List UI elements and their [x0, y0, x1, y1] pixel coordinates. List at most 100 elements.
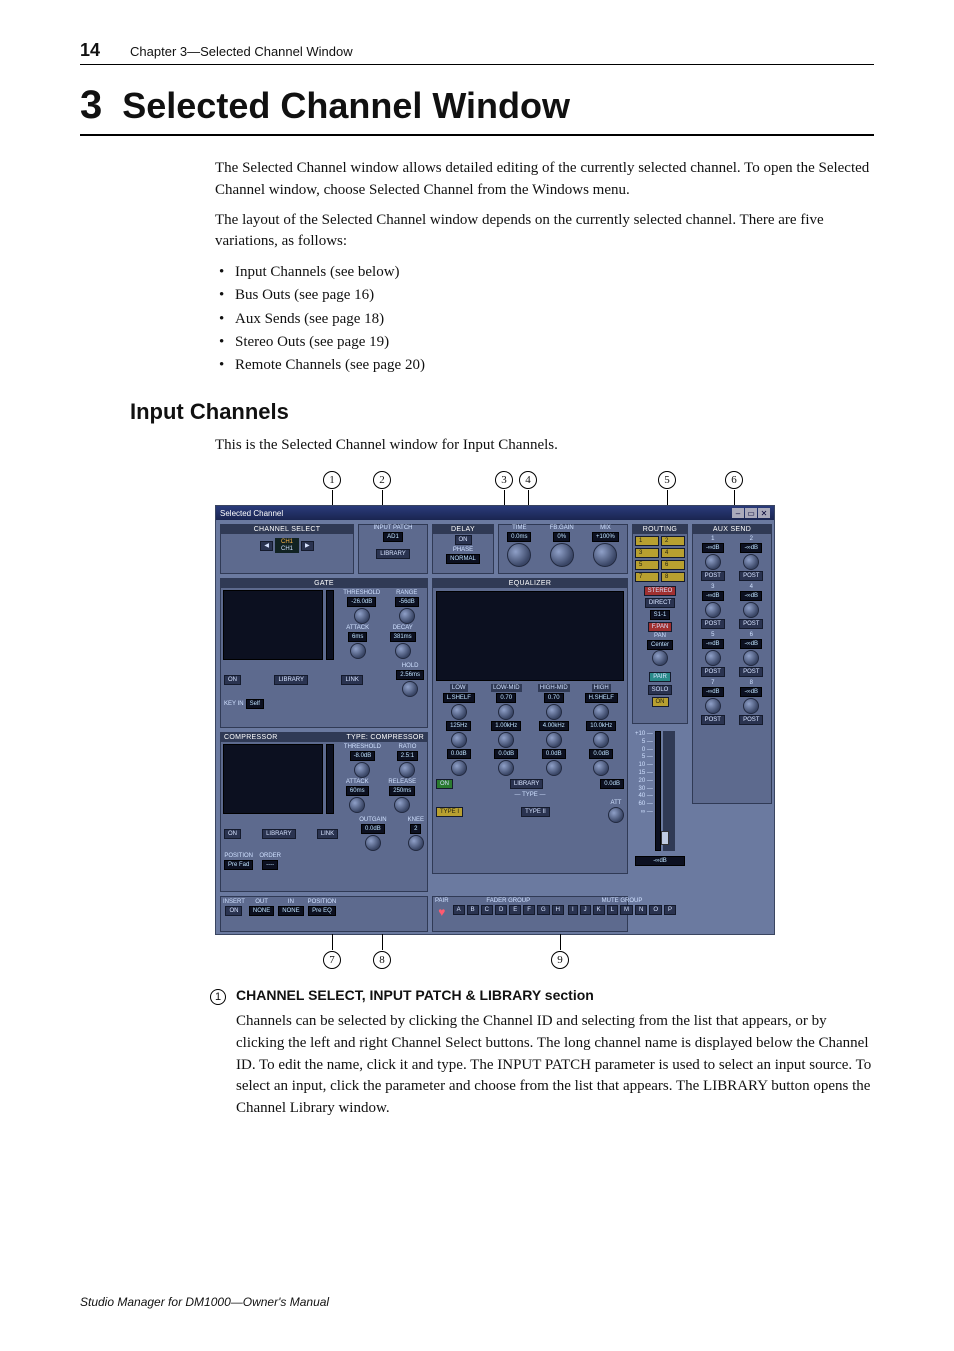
gate-library-button[interactable]: LIBRARY — [274, 675, 308, 685]
insert-in-value[interactable]: NONE — [278, 906, 303, 916]
aux-knob[interactable] — [705, 554, 721, 570]
bus-button[interactable]: 4 — [661, 548, 685, 558]
channel-prev-button[interactable]: ◀ — [260, 541, 273, 551]
insert-position-value[interactable]: Pre EQ — [308, 906, 336, 916]
bus-button[interactable]: 5 — [635, 560, 659, 570]
on-button[interactable]: ON — [652, 697, 669, 707]
bus-button[interactable]: 3 — [635, 548, 659, 558]
fader-group-button[interactable]: D — [495, 905, 507, 915]
aux-knob[interactable] — [743, 554, 759, 570]
eq-g-knob[interactable] — [451, 760, 467, 776]
minimize-icon[interactable]: – — [732, 508, 744, 518]
fader-group-button[interactable]: A — [453, 905, 465, 915]
fader-track[interactable] — [663, 731, 675, 851]
gate-link-button[interactable]: LINK — [341, 675, 362, 685]
comp-attack-knob[interactable] — [349, 797, 365, 813]
fader-group-button[interactable]: G — [537, 905, 550, 915]
insert-out-value[interactable]: NONE — [249, 906, 274, 916]
gate-hold-knob[interactable] — [402, 681, 418, 697]
eq-f-knob[interactable] — [451, 732, 467, 748]
aux-knob[interactable] — [705, 650, 721, 666]
bus-button[interactable]: 2 — [661, 536, 685, 546]
fader-group-button[interactable]: C — [481, 905, 493, 915]
aux-knob[interactable] — [743, 602, 759, 618]
mute-group-button[interactable]: M — [620, 905, 633, 915]
stereo-button[interactable]: STEREO — [644, 586, 677, 596]
comp-library-button[interactable]: LIBRARY — [262, 829, 296, 839]
aux-knob[interactable] — [705, 698, 721, 714]
direct-button[interactable]: DIRECT — [645, 598, 675, 608]
channel-name[interactable]: CH1 — [281, 546, 293, 552]
gate-range-knob[interactable] — [399, 608, 415, 624]
bus-button[interactable]: 1 — [635, 536, 659, 546]
bus-button[interactable]: 7 — [635, 572, 659, 582]
eq-g-knob[interactable] — [593, 760, 609, 776]
fader-group-button[interactable]: H — [552, 905, 564, 915]
comp-on-button[interactable]: ON — [224, 829, 241, 839]
aux-post-button[interactable]: POST — [701, 571, 725, 581]
gate-threshold-knob[interactable] — [354, 608, 370, 624]
phase-value[interactable]: NORMAL — [446, 554, 480, 564]
gate-on-button[interactable]: ON — [224, 675, 241, 685]
library-button[interactable]: LIBRARY — [376, 549, 410, 559]
time-knob[interactable] — [507, 543, 531, 567]
bus-button[interactable]: 8 — [661, 572, 685, 582]
aux-knob[interactable] — [743, 698, 759, 714]
comp-link-button[interactable]: LINK — [317, 829, 338, 839]
comp-outgain-knob[interactable] — [365, 835, 381, 851]
comp-release-knob[interactable] — [394, 797, 410, 813]
mute-group-button[interactable]: L — [607, 905, 618, 915]
aux-post-button[interactable]: POST — [701, 715, 725, 725]
eq-q-knob[interactable] — [593, 704, 609, 720]
eq-f-knob[interactable] — [498, 732, 514, 748]
mute-group-button[interactable]: J — [580, 905, 591, 915]
comp-knee-knob[interactable] — [408, 835, 424, 851]
comp-threshold-knob[interactable] — [354, 762, 370, 778]
comp-ratio-knob[interactable] — [399, 762, 415, 778]
aux-post-button[interactable]: POST — [739, 619, 763, 629]
gate-attack-knob[interactable] — [350, 643, 366, 659]
delay-on-button[interactable]: ON — [455, 535, 472, 545]
eq-att-knob[interactable] — [608, 807, 624, 823]
eq-type1-button[interactable]: TYPE I — [436, 807, 463, 817]
eq-f-knob[interactable] — [593, 732, 609, 748]
pair-button[interactable]: PAIR — [649, 672, 671, 682]
aux-post-button[interactable]: POST — [701, 667, 725, 677]
aux-post-button[interactable]: POST — [739, 571, 763, 581]
eq-q-knob[interactable] — [498, 704, 514, 720]
eq-g-knob[interactable] — [546, 760, 562, 776]
pan-knob[interactable] — [652, 650, 668, 666]
fpan-button[interactable]: F.PAN — [648, 622, 673, 632]
gate-keyin-value[interactable]: Self — [246, 699, 264, 709]
eq-library-button[interactable]: LIBRARY — [510, 779, 544, 789]
channel-id[interactable]: CH1 — [281, 539, 293, 545]
comp-position-value[interactable]: Pre Fad — [224, 860, 253, 870]
solo-button[interactable]: SOLO — [648, 685, 673, 695]
insert-on-button[interactable]: ON — [225, 906, 242, 916]
surr-value[interactable]: S1-1 — [650, 610, 671, 620]
mute-group-button[interactable]: I — [568, 905, 578, 915]
close-icon[interactable]: ✕ — [758, 508, 770, 518]
fader-cap-icon[interactable] — [661, 831, 669, 845]
mute-group-button[interactable]: K — [593, 905, 605, 915]
eq-f-knob[interactable] — [546, 732, 562, 748]
gate-decay-knob[interactable] — [395, 643, 411, 659]
mute-group-button[interactable]: O — [649, 905, 662, 915]
fbgain-knob[interactable] — [550, 543, 574, 567]
bus-button[interactable]: 6 — [661, 560, 685, 570]
mix-knob[interactable] — [593, 543, 617, 567]
eq-on-button[interactable]: ON — [436, 779, 453, 789]
fader-group-button[interactable]: F — [523, 905, 535, 915]
maximize-icon[interactable]: ▭ — [745, 508, 757, 518]
comp-order-value[interactable]: ---- — [262, 860, 278, 870]
input-patch-value[interactable]: AD1 — [383, 532, 403, 542]
window-titlebar[interactable]: Selected Channel – ▭ ✕ — [216, 506, 774, 520]
mute-group-button[interactable]: N — [635, 905, 647, 915]
fader-group-button[interactable]: E — [509, 905, 521, 915]
eq-type2-button[interactable]: TYPE II — [521, 807, 550, 817]
aux-post-button[interactable]: POST — [739, 667, 763, 677]
eq-q-knob[interactable] — [451, 704, 467, 720]
channel-next-button[interactable]: ▶ — [301, 541, 314, 551]
aux-knob[interactable] — [743, 650, 759, 666]
aux-knob[interactable] — [705, 602, 721, 618]
